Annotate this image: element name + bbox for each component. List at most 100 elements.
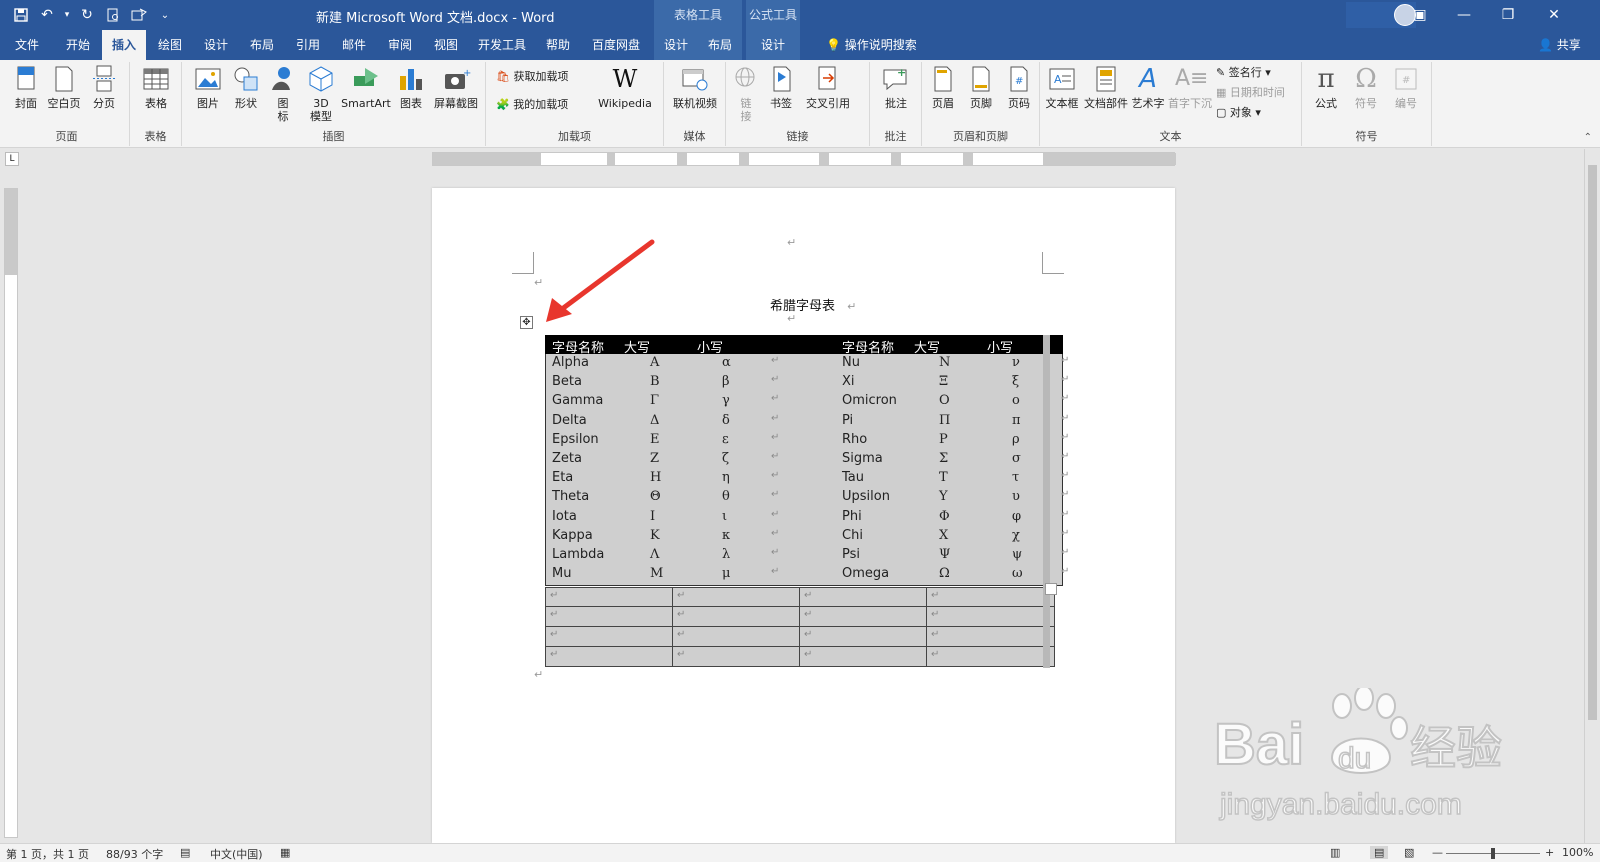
greek-alphabet-table[interactable]: 字母名称 大写 小写 字母名称 大写 小写 Alpha Αα Nu Νν ↵ ↵ Beta Β… [545, 335, 1069, 586]
tab-references[interactable]: 引用 [286, 30, 330, 60]
chart-button[interactable]: 图表 [394, 64, 428, 110]
scrollbar-thumb[interactable] [1588, 165, 1597, 720]
table-row[interactable]: ↵ ↵ ↵ ↵ [545, 607, 1055, 627]
empty-cell[interactable]: ↵ [673, 588, 800, 606]
table-button[interactable]: 表格 [138, 64, 174, 110]
proofing-icon[interactable]: ▤ [180, 846, 190, 859]
empty-cell[interactable]: ↵ [546, 607, 673, 626]
tab-file[interactable]: 文件 [6, 30, 48, 60]
empty-cell[interactable]: ↵ [800, 647, 927, 666]
zoom-out-icon[interactable]: — [1432, 846, 1443, 859]
object-button[interactable]: ▢ 对象 ▾ [1216, 104, 1261, 122]
empty-cell[interactable]: ↵ [673, 607, 800, 626]
empty-cell[interactable]: ↵ [927, 607, 1054, 626]
print-preview-icon[interactable] [102, 4, 124, 26]
tab-table-layout[interactable]: 布局 [698, 30, 742, 60]
new-comment-button[interactable]: + 批注 [878, 64, 914, 110]
quick-parts-button[interactable]: 文档部件 [1084, 64, 1128, 110]
empty-cell[interactable]: ↵ [927, 627, 1054, 646]
tab-table-design[interactable]: 设计 [654, 30, 698, 60]
tab-insert[interactable]: 插入 [102, 30, 146, 60]
redo-icon[interactable]: ↻ [76, 4, 98, 26]
minimize-icon[interactable]: — [1442, 0, 1486, 30]
bookmark-button[interactable]: 书签 [764, 64, 798, 110]
wordart-button[interactable]: A 艺术字 [1130, 64, 1166, 110]
empty-cell[interactable]: ↵ [546, 647, 673, 666]
tab-review[interactable]: 审阅 [378, 30, 422, 60]
empty-cell[interactable]: ↵ [800, 607, 927, 626]
empty-cell[interactable]: ↵ [927, 588, 1054, 606]
link-button[interactable]: 链 接 [730, 64, 762, 123]
web-layout-icon[interactable]: ▧ [1404, 846, 1414, 859]
pictures-button[interactable]: 图片 [190, 64, 226, 110]
save-icon[interactable] [10, 4, 32, 26]
online-video-button[interactable]: 联机视频 [670, 64, 720, 110]
undo-dropdown-icon[interactable]: ▾ [62, 4, 72, 26]
tab-layout[interactable]: 布局 [240, 30, 284, 60]
get-addins-button[interactable]: 🛍 获取加载项 [496, 68, 568, 86]
table-move-handle[interactable]: ✥ [520, 316, 533, 329]
tab-view[interactable]: 视图 [424, 30, 468, 60]
vertical-scrollbar[interactable] [1584, 149, 1600, 843]
zoom-slider-thumb[interactable] [1491, 848, 1495, 859]
restore-icon[interactable]: ❐ [1486, 0, 1530, 30]
customize-icon[interactable] [128, 4, 150, 26]
horizontal-ruler[interactable] [432, 152, 1176, 166]
numbering-button[interactable]: # 编号 [1388, 64, 1424, 110]
drop-cap-button[interactable]: A≡ 首字下沉 [1168, 64, 1212, 110]
zoom-level[interactable]: 100% [1562, 846, 1593, 859]
tab-mailings[interactable]: 邮件 [332, 30, 376, 60]
ribbon-display-icon[interactable]: ▣ [1398, 0, 1442, 30]
collapse-ribbon-icon[interactable]: ⌃ [1584, 132, 1592, 143]
share-button[interactable]: 👤 共享 [1538, 30, 1581, 60]
tab-design[interactable]: 设计 [194, 30, 238, 60]
tab-draw[interactable]: 绘图 [148, 30, 192, 60]
document-page[interactable]: ↵ ↵ 希腊字母表 ↵ ↵ ✥ 字母名称 大写 小写 字母名称 大写 小写 Al… [432, 188, 1175, 843]
wikipedia-button[interactable]: W Wikipedia [590, 64, 660, 110]
undo-icon[interactable]: ↶ [36, 4, 58, 26]
footer-button[interactable]: 页脚 [964, 64, 998, 110]
page-number-button[interactable]: # 页码 [1002, 64, 1036, 110]
print-layout-icon[interactable]: ▤ [1370, 846, 1389, 859]
tab-home[interactable]: 开始 [56, 30, 100, 60]
macro-record-icon[interactable]: ▦ [280, 846, 290, 859]
date-time-button[interactable]: ▦ 日期和时间 [1216, 84, 1285, 102]
empty-cell[interactable]: ↵ [927, 647, 1054, 666]
page-count[interactable]: 第 1 页，共 1 页 [6, 846, 89, 862]
empty-table-rows[interactable]: ↵ ↵ ↵ ↵ ↵ ↵ ↵ ↵ ↵ ↵ ↵ ↵ ↵ ↵ ↵ ↵ [545, 587, 1055, 667]
header-button[interactable]: 页眉 [926, 64, 960, 110]
cover-page-button[interactable]: 封面 [10, 64, 42, 110]
icons-button[interactable]: 图 标 [268, 64, 298, 123]
read-mode-icon[interactable]: ▥ [1330, 846, 1340, 859]
3d-models-button[interactable]: 3D 模型 [304, 64, 338, 123]
tab-baidu-netdisk[interactable]: 百度网盘 [586, 30, 646, 60]
empty-cell[interactable]: ↵ [546, 627, 673, 646]
cross-reference-button[interactable]: 交叉引用 [800, 64, 856, 110]
empty-cell[interactable]: ↵ [673, 647, 800, 666]
table-row[interactable]: ↵ ↵ ↵ ↵ [545, 627, 1055, 647]
close-icon[interactable]: ✕ [1532, 0, 1576, 30]
tab-selector[interactable]: L [5, 152, 19, 166]
tab-developer[interactable]: 开发工具 [474, 30, 530, 60]
signature-line-button[interactable]: ✎ 签名行 ▾ [1216, 64, 1271, 82]
equation-button[interactable]: π 公式 [1308, 64, 1344, 110]
language-indicator[interactable]: 中文(中国) [210, 846, 263, 862]
my-addins-button[interactable]: 🧩 我的加载项 [496, 96, 568, 114]
symbol-button[interactable]: Ω 符号 [1348, 64, 1384, 110]
vertical-ruler[interactable] [4, 188, 18, 838]
tell-me-search[interactable]: 💡 操作说明搜索 [826, 30, 917, 60]
zoom-in-icon[interactable]: + [1545, 846, 1554, 859]
page-break-button[interactable]: 分页 [86, 64, 122, 110]
table-row[interactable]: ↵ ↵ ↵ ↵ [545, 647, 1055, 667]
empty-cell[interactable]: ↵ [800, 627, 927, 646]
empty-cell[interactable]: ↵ [673, 627, 800, 646]
table-row[interactable]: ↵ ↵ ↵ ↵ [545, 587, 1055, 607]
screenshot-button[interactable]: + 屏幕截图 [430, 64, 482, 110]
tab-equation-design[interactable]: 设计 [746, 30, 800, 60]
shapes-button[interactable]: 形状 [228, 64, 264, 110]
smartart-button[interactable]: SmartArt [340, 64, 392, 110]
word-count[interactable]: 88/93 个字 [106, 846, 163, 862]
tab-help[interactable]: 帮助 [536, 30, 580, 60]
table-resize-handle[interactable] [1045, 583, 1057, 595]
qat-more-icon[interactable]: ⌄ [154, 4, 176, 26]
